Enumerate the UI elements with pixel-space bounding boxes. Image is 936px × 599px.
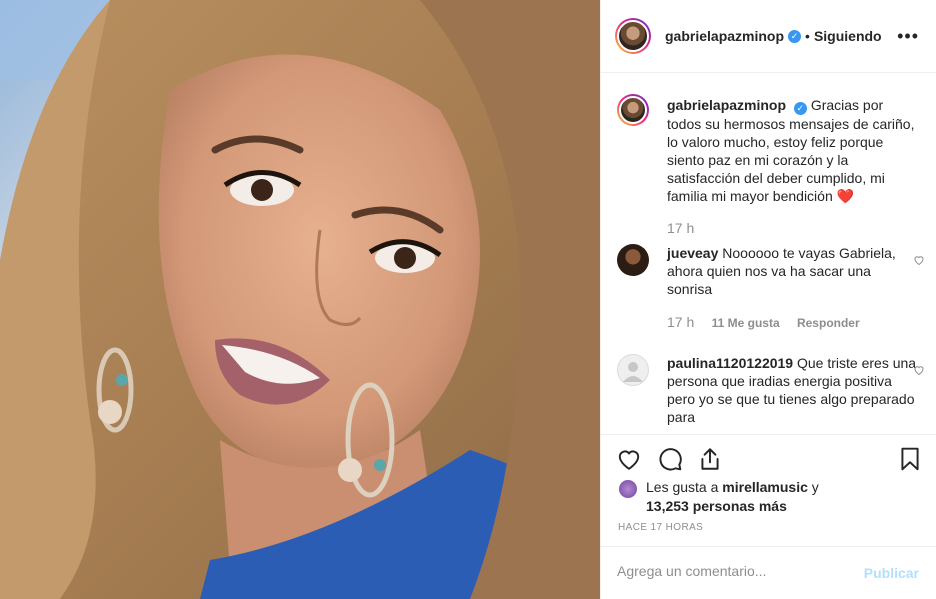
separator-dot: • [805, 28, 810, 44]
caption-username[interactable]: gabrielapazminop [667, 97, 786, 113]
comment-text: paulina1120122019 Que triste eres una pe… [667, 354, 917, 426]
comments-list[interactable]: gabrielapazminop ✓ Gracias por todos su … [601, 74, 936, 434]
comment-like-icon[interactable] [913, 364, 925, 376]
caption-text: gabrielapazminop ✓ Gracias por todos su … [667, 96, 917, 205]
caption-avatar[interactable] [617, 94, 649, 126]
likes-prefix: Les gusta a [646, 479, 719, 495]
comment-username[interactable]: jueveay [667, 245, 718, 261]
post-photo-illustration [0, 0, 600, 599]
caption-time[interactable]: 17 h [667, 220, 694, 236]
heart-icon[interactable] [616, 446, 642, 472]
post-side-panel: gabrielapazminop ✓ • Siguiendo ••• gabri… [600, 0, 936, 599]
likes-conjunction: y [811, 479, 819, 495]
post-timestamp[interactable]: Hace 17 horas [618, 522, 703, 533]
post-header: gabrielapazminop ✓ • Siguiendo ••• [601, 0, 936, 73]
liker-username[interactable]: mirellamusic [722, 479, 808, 495]
post-photo[interactable] [0, 0, 600, 599]
share-icon[interactable] [697, 446, 723, 472]
likes-count[interactable]: 13,253 personas más [646, 498, 787, 514]
comment-input[interactable] [617, 563, 837, 579]
more-options-icon[interactable]: ••• [897, 26, 919, 47]
comment-meta: 17 h 11 Me gusta Responder [667, 314, 874, 330]
add-comment-bar: Publicar [601, 546, 936, 599]
verified-badge-icon: ✓ [793, 102, 807, 115]
comment-icon[interactable] [657, 446, 683, 472]
comment-item: jueveay Noooooo te vayas Gabriela, ahora… [617, 244, 924, 334]
caption: gabrielapazminop ✓ Gracias por todos su … [617, 94, 917, 236]
comment-username[interactable]: paulina1120122019 [667, 355, 793, 371]
liker-avatar[interactable] [619, 480, 637, 498]
bookmark-icon[interactable] [897, 446, 923, 472]
comment-avatar[interactable] [617, 244, 649, 276]
author-username[interactable]: gabrielapazminop [665, 28, 784, 44]
comment-avatar[interactable] [617, 354, 649, 386]
reply-button[interactable]: Responder [797, 316, 860, 330]
comment-item: paulina1120122019 Que triste eres una pe… [617, 354, 924, 434]
verified-badge-icon: ✓ [788, 29, 802, 43]
comment-time[interactable]: 17 h [667, 314, 694, 330]
heart-emoji: ❤️ [836, 188, 855, 204]
comment-like-icon[interactable] [913, 254, 925, 266]
follow-button[interactable]: Siguiendo [814, 28, 882, 44]
author-avatar[interactable] [615, 18, 651, 54]
comment-text: jueveay Noooooo te vayas Gabriela, ahora… [667, 244, 917, 298]
likes-summary: Les gusta a mirellamusic y 13,253 person… [619, 478, 919, 516]
comment-likes[interactable]: 11 Me gusta [712, 316, 780, 330]
publish-button[interactable]: Publicar [864, 565, 919, 581]
action-bar [601, 434, 936, 484]
caption-body: Gracias por todos su hermosos mensajes d… [667, 97, 915, 204]
